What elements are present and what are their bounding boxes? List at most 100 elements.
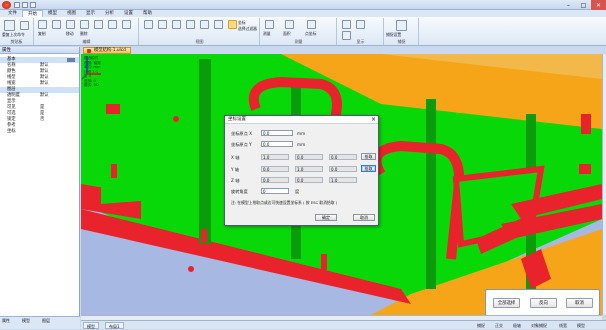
tab-layout-1[interactable]: 布局1 xyxy=(105,322,124,329)
point-coord-icon[interactable] xyxy=(307,20,316,29)
app-logo-icon[interactable] xyxy=(2,1,11,9)
group-label: 显示 xyxy=(356,39,365,44)
y-axis-field-c[interactable]: 0.0 xyxy=(329,166,357,172)
ribbon-group-measure: 测量 面积 点坐标 测量 xyxy=(261,18,337,45)
display-icon[interactable] xyxy=(342,20,351,29)
window-controls: – □ ✕ xyxy=(561,0,606,10)
ribbon-label: 测量 xyxy=(263,31,271,36)
z-axis-field-b[interactable]: 0.0 xyxy=(295,177,323,183)
ribbon-label: 选择过滤器 xyxy=(238,26,257,31)
copy-icon[interactable] xyxy=(52,20,61,29)
ribbon-label: 重复上次命令 xyxy=(2,32,25,37)
minimize-icon[interactable]: – xyxy=(561,0,576,10)
line-icon[interactable] xyxy=(186,20,195,29)
status-bar: 模型 布局1 捕捉 正交 极轴 对象捕捉 线宽 模型 xyxy=(81,320,606,329)
y-axis-field-b[interactable]: 1.0 xyxy=(295,166,323,172)
select-icon[interactable] xyxy=(20,21,29,30)
y-axis-label: Y 轴 xyxy=(231,167,240,172)
tab-view[interactable]: 视图 xyxy=(62,10,81,17)
origin-x-label: 坐标原点 X xyxy=(231,131,252,136)
status-ortho[interactable]: 正交 xyxy=(495,322,503,329)
document-icon xyxy=(87,49,91,53)
save-icon[interactable] xyxy=(14,2,20,8)
group-label: 测量 xyxy=(294,39,303,44)
z-axis-field-c[interactable]: 1.0 xyxy=(329,177,357,183)
status-osnap[interactable]: 对象捕捉 xyxy=(531,322,547,329)
ok-button[interactable]: 确定 xyxy=(315,214,337,221)
show-all-icon[interactable] xyxy=(356,20,365,29)
tab-analysis[interactable]: 分析 xyxy=(100,10,119,17)
pan-icon[interactable] xyxy=(122,20,131,29)
tab-file[interactable]: 文件 xyxy=(3,10,22,17)
origin-y-field[interactable]: 0.0 xyxy=(261,141,293,147)
pick-x-button[interactable]: 拾取 xyxy=(361,153,376,160)
tab-layers[interactable]: 图层 xyxy=(42,318,50,324)
z-axis-field-a[interactable]: 0.0 xyxy=(261,177,289,183)
property-panel: 属性 基本 名称 默认 颜色 默认 线型 默认 线宽 默认 图层 透明度 默认 显示 可见… xyxy=(0,47,80,316)
ribbon: 重复上次命令 剪贴板 复制 移动 删除 编辑 坐标 选择过滤器 视图 测量 面积… xyxy=(0,17,606,46)
measure-icon[interactable] xyxy=(265,20,274,29)
dialog-close-icon[interactable]: × xyxy=(371,116,376,124)
status-model[interactable]: 模型 xyxy=(577,322,585,329)
group-label: 剪贴板 xyxy=(10,39,23,44)
tab-model[interactable]: 模型 xyxy=(43,10,62,17)
tab-model-tree[interactable]: 模型 xyxy=(22,318,30,324)
x-axis-field-b[interactable]: 0.0 xyxy=(295,154,323,160)
view-top-icon[interactable] xyxy=(172,20,181,29)
rotate-icon[interactable] xyxy=(38,20,47,29)
ribbon-group-snap: 捕捉设置 捕捉 xyxy=(385,18,419,45)
repeat-command-icon[interactable] xyxy=(4,20,15,31)
tab-model-space[interactable]: 模型 xyxy=(83,322,99,329)
origin-y-label: 坐标原点 Y xyxy=(231,142,252,147)
document-tab-label: 模型结构-1.ulcd xyxy=(94,48,126,53)
snap-settings-icon[interactable] xyxy=(396,20,407,31)
close-icon[interactable]: ✕ xyxy=(591,0,606,10)
document-tab[interactable]: 模型结构-1.ulcd xyxy=(83,47,131,54)
select-all-button[interactable]: 全部选择 xyxy=(493,298,520,308)
tab-help[interactable]: 帮助 xyxy=(138,10,157,17)
tab-settings[interactable]: 设置 xyxy=(119,10,138,17)
move-icon[interactable] xyxy=(66,20,75,29)
overlay-line: 模式: 3D xyxy=(84,83,99,87)
tab-home[interactable]: 开始 xyxy=(22,10,43,17)
maximize-icon[interactable]: □ xyxy=(576,0,591,10)
undo-icon[interactable] xyxy=(22,2,28,8)
area-icon[interactable] xyxy=(285,20,294,29)
ribbon-label: 复制 xyxy=(38,31,46,36)
x-axis-field-a[interactable]: 1.0 xyxy=(261,154,289,160)
zoom-out-icon[interactable] xyxy=(108,20,117,29)
angle-field[interactable]: 0 xyxy=(261,188,289,194)
filter-icon[interactable] xyxy=(67,58,75,62)
ribbon-label: 移动 xyxy=(66,31,74,36)
y-axis-field-a[interactable]: 0.0 xyxy=(261,166,289,172)
left-panel-tabs: 属性 模型 图层 xyxy=(0,316,80,329)
redo-icon[interactable] xyxy=(30,2,36,8)
pick-y-button[interactable]: 拾取 xyxy=(361,165,376,172)
coordinate-icon[interactable] xyxy=(228,20,237,29)
x-axis-field-c[interactable]: 0.0 xyxy=(329,154,357,160)
group-label: 捕捉 xyxy=(397,39,406,44)
delete-icon[interactable] xyxy=(80,20,89,29)
tab-display[interactable]: 显示 xyxy=(81,10,100,17)
ribbon-label: 面积 xyxy=(283,31,291,36)
origin-x-field[interactable]: 0.0 xyxy=(261,130,293,136)
angle-label: 旋转角度 xyxy=(231,189,248,194)
coordinate-dialog: 坐标设置 × 坐标原点 X 0.0 mm 坐标原点 Y 0.0 mm X 轴 1… xyxy=(224,115,379,226)
vertical-scrollbar[interactable] xyxy=(602,54,606,315)
view-front-icon[interactable] xyxy=(144,20,153,29)
zoom-in-icon[interactable] xyxy=(94,20,103,29)
cancel-selection-button[interactable]: 取消 xyxy=(566,298,593,308)
cancel-button[interactable]: 取消 xyxy=(353,214,375,221)
edge-icon[interactable] xyxy=(200,20,209,29)
status-snap[interactable]: 捕捉 xyxy=(477,322,485,329)
ribbon-group-view: 坐标 选择过滤器 视图 xyxy=(140,18,260,45)
status-polar[interactable]: 极轴 xyxy=(513,322,521,329)
view-iso-icon[interactable] xyxy=(158,20,167,29)
node-icon[interactable] xyxy=(214,20,223,29)
property-row[interactable]: 坐标 xyxy=(0,129,79,135)
selection-panel: 全部选择 反向 取消 xyxy=(485,289,600,316)
invert-selection-button[interactable]: 反向 xyxy=(530,298,557,308)
group-label: 视图 xyxy=(195,39,204,44)
tab-properties[interactable]: 属性 xyxy=(2,318,10,324)
status-lineweight[interactable]: 线宽 xyxy=(559,322,567,329)
